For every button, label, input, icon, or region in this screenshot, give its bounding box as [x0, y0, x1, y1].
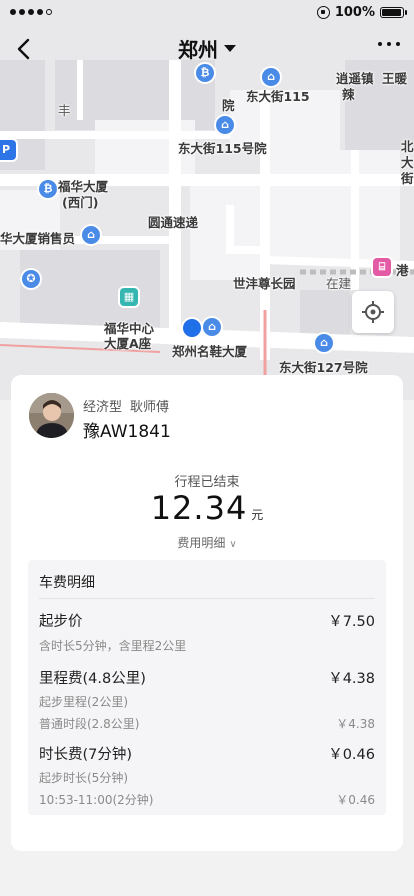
map-label: 港	[396, 263, 409, 278]
map-label: 王暖	[382, 71, 408, 86]
battery-icon	[380, 6, 407, 18]
map-label: 东大街127号院	[279, 360, 368, 375]
poi-building-icon: ⌂	[262, 68, 280, 86]
crosshair-icon	[362, 301, 384, 323]
fare-line-label: 普通时段(2.8公里)	[39, 717, 140, 731]
fare-detail-label: 费用明细	[177, 536, 226, 550]
fare-line-item: 里程费(4.8公里) ￥4.38	[39, 667, 375, 688]
orientation-lock-icon	[316, 5, 330, 19]
fare-line-value: ￥4.38	[328, 671, 375, 687]
fare-line-item: 起步价 ￥7.50	[39, 610, 375, 631]
map-label: 院	[222, 98, 235, 113]
driver-avatar	[29, 393, 74, 438]
map-label: 街	[401, 171, 414, 186]
map-label: 辣	[342, 87, 355, 102]
locate-button[interactable]	[352, 291, 394, 333]
fare-line-value: ￥7.50	[328, 614, 375, 630]
fare-line-note: 10:53-11:00(2分钟) ￥0.46	[39, 791, 375, 808]
status-bar: 100%	[0, 0, 414, 24]
fare-breakdown: 车费明细 起步价 ￥7.50 含时长5分钟，含里程2公里 里程费(4.8公里) …	[28, 560, 386, 815]
car-type: 经济型	[83, 400, 123, 415]
back-button[interactable]	[10, 32, 38, 64]
map-label: 大厦A座	[104, 336, 152, 351]
top-nav: 郑州	[0, 28, 414, 68]
breakdown-title: 车费明细	[39, 575, 95, 591]
license-plate: 豫AW1841	[83, 422, 171, 442]
chevron-down-icon: ∨	[229, 539, 237, 550]
map-label: 世沣尊长园	[233, 276, 296, 291]
fare-line-item: 时长费(7分钟) ￥0.46	[39, 743, 375, 764]
fare-line-label: 起步时长(5分钟)	[39, 771, 128, 785]
fare-line-label: 时长费(7分钟)	[39, 747, 133, 763]
trip-status: 行程已结束	[174, 475, 240, 490]
map-label: (西门)	[62, 195, 99, 210]
fare-total: 12.34 元	[11, 489, 403, 527]
map-label: 华大厦销售员	[0, 231, 76, 246]
map-label: 丰	[58, 103, 71, 118]
city-name: 郑州	[178, 38, 218, 62]
more-options-button[interactable]	[378, 42, 400, 46]
signal-icon	[10, 9, 52, 15]
fare-line-value: ￥0.46	[328, 747, 375, 763]
car-location-marker	[180, 316, 204, 340]
fare-line-label: 起步价	[39, 614, 83, 630]
poi-hotel-icon: ⌸	[373, 258, 391, 276]
fare-line-label: 含时长5分钟，含里程2公里	[39, 639, 187, 653]
fare-line-value: ￥4.38	[336, 717, 375, 731]
poi-building-icon: ⌂	[203, 318, 221, 336]
trip-summary-card: 经济型 耿师傅 豫AW1841 行程已结束 12.34 元 费用明细 ∨ 车费明细 起…	[11, 375, 403, 851]
poi-building-icon: ⌂	[315, 334, 333, 352]
fare-line-note: 起步时长(5分钟)	[39, 769, 375, 786]
battery-percent: 100%	[334, 4, 375, 20]
fare-line-value: ￥0.46	[336, 793, 375, 807]
map-label: 在建	[326, 276, 352, 291]
driver-name: 耿师傅	[130, 400, 170, 415]
poi-building-icon: ⌂	[216, 116, 234, 134]
city-selector[interactable]: 郑州	[178, 34, 236, 63]
map-label: 东大街115	[246, 89, 310, 104]
map-label: 郑州名鞋大厦	[172, 344, 248, 359]
chevron-left-icon	[17, 38, 30, 60]
fare-amount: 12.34	[150, 489, 248, 527]
poi-telecom-icon: ✪	[22, 270, 40, 288]
fare-line-label: 里程费(4.8公里)	[39, 671, 146, 687]
map-label: 圆通速递	[148, 215, 199, 230]
fare-line-label: 10:53-11:00(2分钟)	[39, 793, 154, 807]
parking-icon: P	[0, 140, 16, 160]
fare-detail-toggle[interactable]: 费用明细 ∨	[11, 534, 403, 551]
divider	[39, 598, 375, 599]
poi-bank-icon: ₿	[39, 180, 57, 198]
fare-line-note: 起步里程(2公里)	[39, 693, 375, 710]
fare-line-note: 含时长5分钟，含里程2公里	[39, 637, 375, 654]
poi-office-icon: ▦	[120, 288, 138, 306]
fare-line-label: 起步里程(2公里)	[39, 695, 128, 709]
poi-building-icon: ⌂	[82, 226, 100, 244]
fare-unit: 元	[251, 508, 264, 522]
fare-line-note: 普通时段(2.8公里) ￥4.38	[39, 715, 375, 732]
caret-down-icon	[224, 45, 236, 52]
map-label: 东大街115号院	[178, 141, 267, 156]
